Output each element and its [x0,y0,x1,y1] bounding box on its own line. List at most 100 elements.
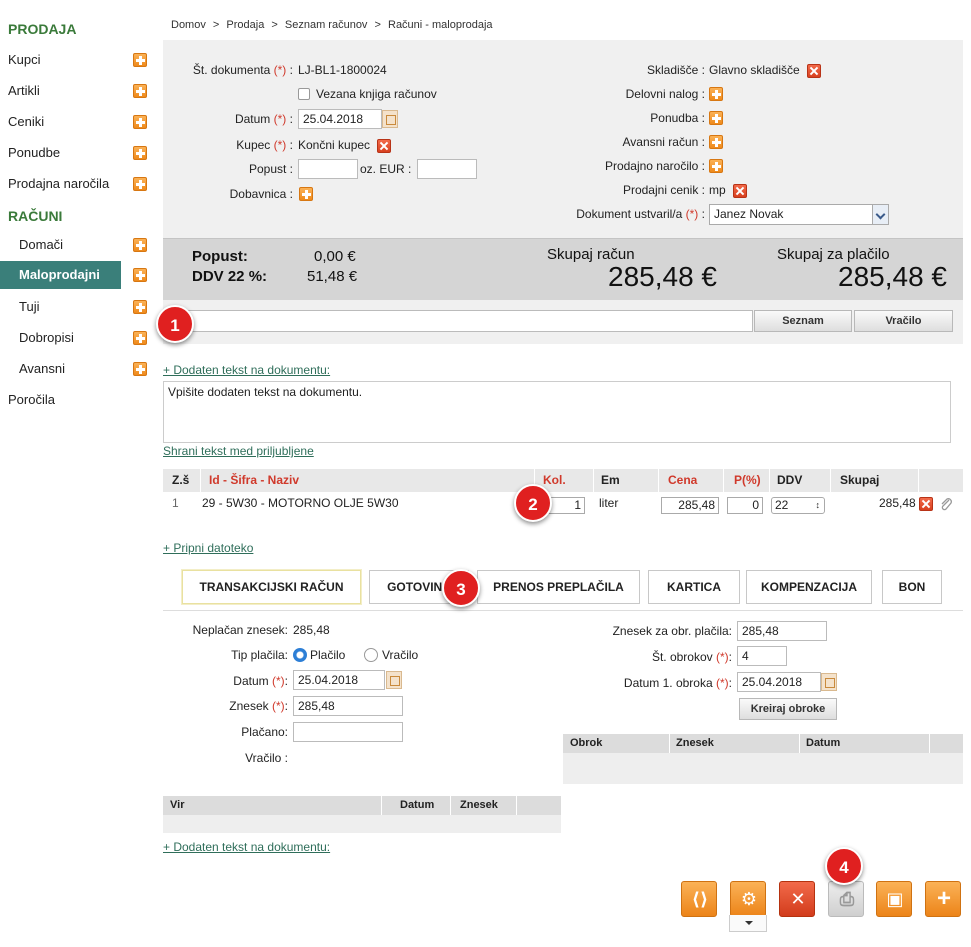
col-price[interactable]: Cena [668,469,697,492]
add-delivery-note-icon[interactable] [299,187,313,201]
row-total: 285,48 [879,496,916,510]
installment-amount-label: Znesek za obr. plačila: [612,624,732,638]
add-icon[interactable] [133,146,147,160]
sidebar-item-customers[interactable]: Kupci [0,46,150,74]
tab-overpayment-transfer[interactable]: PRENOS PREPLAČILA [477,570,640,604]
price-list-label: Prodajni cenik : [622,183,705,197]
remove-price-list-icon[interactable] [733,183,748,198]
col-percent[interactable]: P(%) [734,469,761,492]
tab-bank-transfer[interactable]: TRANSAKCIJSKI RAČUN [182,570,361,604]
paid-input[interactable] [293,722,403,742]
doc-number-value: LJ-BL1-1800024 [298,63,387,77]
payment-amount-input[interactable]: 285,48 [293,696,403,716]
row-percent-input[interactable]: 0 [727,497,763,514]
row-price-input[interactable]: 285,48 [661,497,719,514]
breadcrumb-home[interactable]: Domov [171,19,206,31]
sidebar-item-retail[interactable]: Maloprodajni [0,261,121,289]
settings-button[interactable]: ⚙ [730,881,766,917]
additional-text-link-bottom[interactable]: + Dodaten tekst na dokumentu: [163,840,330,854]
payment-radio[interactable] [293,648,307,662]
calendar-icon[interactable] [382,110,398,128]
calendar-icon[interactable] [386,671,402,689]
delivery-note-label: Dobavnica : [229,187,293,201]
table-row: 1 29 - 5W30 - MOTORNO OLJE 5W30 1 liter … [163,492,963,518]
add-offer-icon[interactable] [709,111,723,125]
sidebar-item-domestic[interactable]: Domači [0,231,150,259]
first-installment-date-input[interactable]: 25.04.2018 [737,672,821,692]
split-view-button[interactable]: ⟨⟩ [681,881,717,917]
tab-card[interactable]: KARTICA [648,570,740,604]
sidebar-item-reports[interactable]: Poročila [0,386,150,414]
delete-button[interactable]: ✕ [779,881,815,917]
create-installments-button[interactable]: Kreiraj obroke [739,698,837,720]
sidebar: PRODAJA Kupci Artikli Ceniki Ponudbe Pro… [0,0,150,947]
payment-date-input[interactable]: 25.04.2018 [293,670,385,690]
created-by-select[interactable]: Janez Novak [709,204,889,225]
remove-warehouse-icon[interactable] [807,63,822,78]
calendar-icon[interactable] [821,673,837,691]
print-button[interactable]: ⎙ [828,881,864,917]
row-number: 1 [172,496,179,510]
discount-label: Popust : [248,162,293,176]
list-button[interactable]: Seznam [754,310,852,332]
delete-row-icon[interactable] [919,497,933,511]
save-favorite-text-link[interactable]: Shrani tekst med priljubljene [163,444,314,458]
add-icon[interactable] [133,300,147,314]
add-icon[interactable] [133,177,147,191]
sidebar-item-label: Artikli [8,83,40,98]
change-label: Vračilo : [245,751,288,765]
additional-text-link[interactable]: + Dodaten tekst na dokumentu: [163,363,330,377]
attach-file-link[interactable]: + Pripni datoteko [163,541,253,555]
vat-value: 51,48 € [307,268,358,285]
breadcrumb-invoice-list[interactable]: Seznam računov [285,19,368,31]
add-advance-invoice-icon[interactable] [709,135,723,149]
sidebar-item-offers[interactable]: Ponudbe [0,139,150,167]
sidebar-item-credit-notes[interactable]: Dobropisi [0,324,150,352]
col-unit: Em [601,473,620,487]
sidebar-item-sales-orders[interactable]: Prodajna naročila [0,170,150,198]
chevron-down-icon [872,205,888,224]
sidebar-item-advance[interactable]: Avansni [0,355,150,383]
sidebar-section-sales: PRODAJA [8,21,77,37]
add-icon[interactable] [133,331,147,345]
add-sales-order-icon[interactable] [709,159,723,173]
remove-customer-icon[interactable] [377,138,392,153]
save-button[interactable]: ▣ [876,881,912,917]
payment-tabs: TRANSAKCIJSKI RAČUN GOTOVINA PRENOS PREP… [163,563,963,611]
installments-count-input[interactable]: 4 [737,646,787,666]
discount-eur-input[interactable] [417,159,477,179]
add-icon[interactable] [133,84,147,98]
installment-amount-input[interactable]: 285,48 [737,621,827,641]
created-by-label: Dokument ustvaril/a (*) : [576,207,705,221]
sidebar-item-articles[interactable]: Artikli [0,77,150,105]
discount-percent-input[interactable] [298,159,358,179]
add-icon[interactable] [133,268,147,282]
add-new-button[interactable]: + [925,881,961,917]
sidebar-item-foreign[interactable]: Tuji [0,293,150,321]
article-search-row: Seznam Vračilo [163,300,963,344]
article-search-input[interactable] [163,310,753,332]
add-icon[interactable] [133,115,147,129]
refund-radio[interactable] [364,648,378,662]
sidebar-item-price-lists[interactable]: Ceniki [0,108,150,136]
col-name[interactable]: Id - Šifra - Naziv [209,469,299,492]
tab-voucher[interactable]: BON [882,570,942,604]
additional-text-area[interactable]: Vpišite dodaten tekst na dokumentu. [163,381,951,443]
date-input[interactable]: 25.04.2018 [298,109,382,129]
refund-button[interactable]: Vračilo [854,310,953,332]
linked-book-checkbox[interactable] [298,88,310,100]
unpaid-amount-label: Neplačan znesek: [192,623,288,637]
attachment-icon[interactable] [939,497,953,511]
sources-grid-header: Vir Datum Znesek [163,796,561,815]
to-pay-value: 285,48 € [838,261,947,292]
breadcrumb-sales[interactable]: Prodaja [226,19,264,31]
sidebar-item-label: Domači [19,237,64,252]
add-icon[interactable] [133,238,147,252]
settings-dropdown-toggle[interactable] [729,915,767,932]
row-vat-select[interactable]: 22 ↕ [771,497,825,514]
breadcrumb-separator: > [212,19,220,31]
tab-compensation[interactable]: KOMPENZACIJA [746,570,872,604]
add-icon[interactable] [133,362,147,376]
add-work-order-icon[interactable] [709,87,723,101]
add-icon[interactable] [133,53,147,67]
